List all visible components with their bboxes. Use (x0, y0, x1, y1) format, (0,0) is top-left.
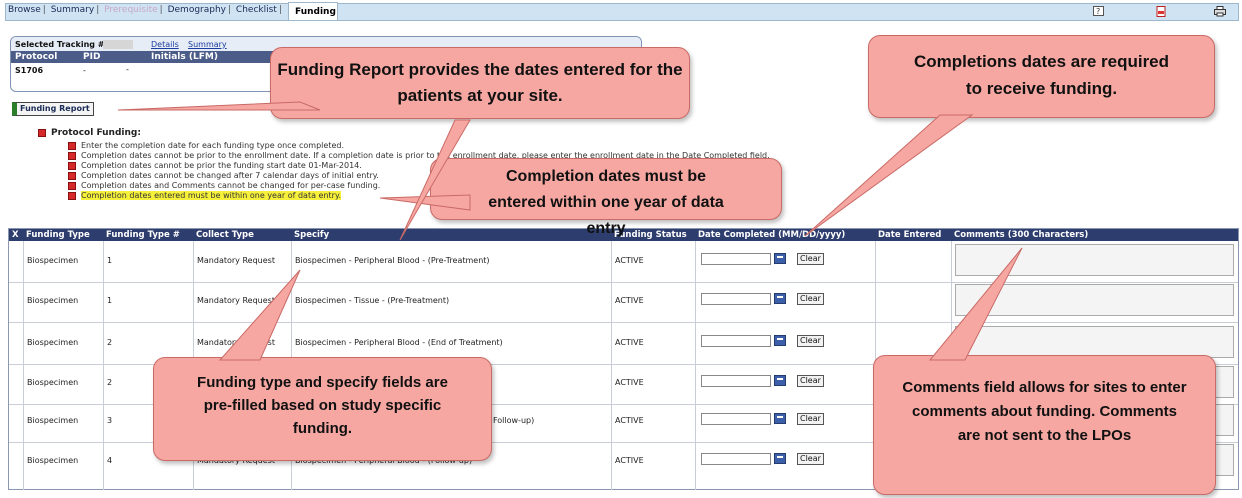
pointer-prefilled (218, 269, 301, 361)
callout-pointers (117, 101, 1023, 361)
pointer-funding-report (117, 101, 321, 111)
pointer-specify (399, 119, 471, 241)
pointer-comments (928, 247, 1023, 361)
pointer-completion-required (804, 114, 974, 237)
